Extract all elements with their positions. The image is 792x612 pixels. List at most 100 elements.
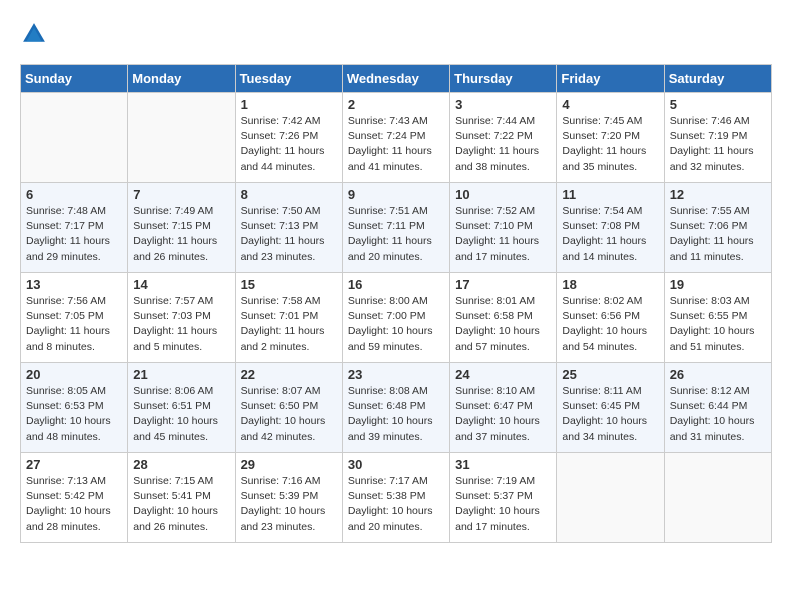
day-info: Sunrise: 7:46 AM Sunset: 7:19 PM Dayligh… [670,114,766,175]
day-number: 24 [455,367,551,382]
calendar-cell: 1 Sunrise: 7:42 AM Sunset: 7:26 PM Daylig… [235,93,342,183]
day-info: Sunrise: 7:52 AM Sunset: 7:10 PM Dayligh… [455,204,551,265]
logo [20,20,52,48]
day-number: 23 [348,367,444,382]
day-info: Sunrise: 8:06 AM Sunset: 6:51 PM Dayligh… [133,384,229,445]
day-info: Sunrise: 7:51 AM Sunset: 7:11 PM Dayligh… [348,204,444,265]
calendar-cell: 3 Sunrise: 7:44 AM Sunset: 7:22 PM Daylig… [450,93,557,183]
calendar-cell: 2 Sunrise: 7:43 AM Sunset: 7:24 PM Daylig… [342,93,449,183]
day-number: 12 [670,187,766,202]
day-number: 16 [348,277,444,292]
day-number: 27 [26,457,122,472]
logo-icon [20,20,48,48]
calendar-cell: 31 Sunrise: 7:19 AM Sunset: 5:37 PM Dayli… [450,453,557,543]
calendar-cell: 9 Sunrise: 7:51 AM Sunset: 7:11 PM Daylig… [342,183,449,273]
calendar-cell: 24 Sunrise: 8:10 AM Sunset: 6:47 PM Dayli… [450,363,557,453]
day-info: Sunrise: 7:44 AM Sunset: 7:22 PM Dayligh… [455,114,551,175]
day-number: 30 [348,457,444,472]
day-number: 29 [241,457,337,472]
day-info: Sunrise: 7:49 AM Sunset: 7:15 PM Dayligh… [133,204,229,265]
calendar-cell: 6 Sunrise: 7:48 AM Sunset: 7:17 PM Daylig… [21,183,128,273]
day-number: 9 [348,187,444,202]
calendar-week-1: 1 Sunrise: 7:42 AM Sunset: 7:26 PM Daylig… [21,93,772,183]
calendar-cell: 30 Sunrise: 7:17 AM Sunset: 5:38 PM Dayli… [342,453,449,543]
calendar-table: SundayMondayTuesdayWednesdayThursdayFrid… [20,64,772,543]
day-number: 20 [26,367,122,382]
day-number: 14 [133,277,229,292]
header-day-sunday: Sunday [21,65,128,93]
day-number: 28 [133,457,229,472]
calendar-cell: 20 Sunrise: 8:05 AM Sunset: 6:53 PM Dayli… [21,363,128,453]
day-info: Sunrise: 7:15 AM Sunset: 5:41 PM Dayligh… [133,474,229,535]
day-info: Sunrise: 7:45 AM Sunset: 7:20 PM Dayligh… [562,114,658,175]
day-number: 4 [562,97,658,112]
header-day-monday: Monday [128,65,235,93]
page-header [20,20,772,48]
calendar-cell: 13 Sunrise: 7:56 AM Sunset: 7:05 PM Dayli… [21,273,128,363]
day-info: Sunrise: 8:10 AM Sunset: 6:47 PM Dayligh… [455,384,551,445]
day-number: 21 [133,367,229,382]
calendar-header: SundayMondayTuesdayWednesdayThursdayFrid… [21,65,772,93]
day-info: Sunrise: 8:07 AM Sunset: 6:50 PM Dayligh… [241,384,337,445]
day-info: Sunrise: 8:12 AM Sunset: 6:44 PM Dayligh… [670,384,766,445]
day-number: 25 [562,367,658,382]
calendar-cell: 11Sunrise: 7:54 AM Sunset: 7:08 PM Dayli… [557,183,664,273]
day-number: 7 [133,187,229,202]
day-number: 31 [455,457,551,472]
header-day-thursday: Thursday [450,65,557,93]
day-info: Sunrise: 7:56 AM Sunset: 7:05 PM Dayligh… [26,294,122,355]
day-info: Sunrise: 7:16 AM Sunset: 5:39 PM Dayligh… [241,474,337,535]
day-info: Sunrise: 8:02 AM Sunset: 6:56 PM Dayligh… [562,294,658,355]
calendar-cell: 23 Sunrise: 8:08 AM Sunset: 6:48 PM Dayli… [342,363,449,453]
day-info: Sunrise: 8:08 AM Sunset: 6:48 PM Dayligh… [348,384,444,445]
day-info: Sunrise: 8:03 AM Sunset: 6:55 PM Dayligh… [670,294,766,355]
day-info: Sunrise: 7:50 AM Sunset: 7:13 PM Dayligh… [241,204,337,265]
calendar-cell: 25 Sunrise: 8:11 AM Sunset: 6:45 PM Dayli… [557,363,664,453]
calendar-cell: 28 Sunrise: 7:15 AM Sunset: 5:41 PM Dayli… [128,453,235,543]
day-info: Sunrise: 8:05 AM Sunset: 6:53 PM Dayligh… [26,384,122,445]
header-day-friday: Friday [557,65,664,93]
day-info: Sunrise: 7:57 AM Sunset: 7:03 PM Dayligh… [133,294,229,355]
day-info: Sunrise: 7:17 AM Sunset: 5:38 PM Dayligh… [348,474,444,535]
calendar-cell [128,93,235,183]
day-info: Sunrise: 7:19 AM Sunset: 5:37 PM Dayligh… [455,474,551,535]
day-number: 17 [455,277,551,292]
calendar-cell: 17Sunrise: 8:01 AM Sunset: 6:58 PM Dayli… [450,273,557,363]
day-info: Sunrise: 8:11 AM Sunset: 6:45 PM Dayligh… [562,384,658,445]
calendar-week-5: 27 Sunrise: 7:13 AM Sunset: 5:42 PM Dayli… [21,453,772,543]
day-info: Sunrise: 7:13 AM Sunset: 5:42 PM Dayligh… [26,474,122,535]
header-day-wednesday: Wednesday [342,65,449,93]
day-info: Sunrise: 8:00 AM Sunset: 7:00 PM Dayligh… [348,294,444,355]
day-number: 26 [670,367,766,382]
calendar-cell: 21 Sunrise: 8:06 AM Sunset: 6:51 PM Dayli… [128,363,235,453]
calendar-cell: 26 Sunrise: 8:12 AM Sunset: 6:44 PM Dayli… [664,363,771,453]
day-info: Sunrise: 7:43 AM Sunset: 7:24 PM Dayligh… [348,114,444,175]
day-number: 22 [241,367,337,382]
day-number: 6 [26,187,122,202]
calendar-cell: 18Sunrise: 8:02 AM Sunset: 6:56 PM Dayli… [557,273,664,363]
calendar-cell: 5Sunrise: 7:46 AM Sunset: 7:19 PM Daylig… [664,93,771,183]
day-number: 8 [241,187,337,202]
day-number: 15 [241,277,337,292]
day-number: 3 [455,97,551,112]
day-info: Sunrise: 7:42 AM Sunset: 7:26 PM Dayligh… [241,114,337,175]
calendar-cell [557,453,664,543]
day-number: 13 [26,277,122,292]
day-number: 10 [455,187,551,202]
calendar-cell: 27 Sunrise: 7:13 AM Sunset: 5:42 PM Dayli… [21,453,128,543]
calendar-cell: 19 Sunrise: 8:03 AM Sunset: 6:55 PM Dayli… [664,273,771,363]
calendar-cell: 4 Sunrise: 7:45 AM Sunset: 7:20 PM Daylig… [557,93,664,183]
day-info: Sunrise: 7:48 AM Sunset: 7:17 PM Dayligh… [26,204,122,265]
header-day-tuesday: Tuesday [235,65,342,93]
calendar-cell: 7 Sunrise: 7:49 AM Sunset: 7:15 PM Daylig… [128,183,235,273]
calendar-cell: 16 Sunrise: 8:00 AM Sunset: 7:00 PM Dayli… [342,273,449,363]
calendar-cell: 29 Sunrise: 7:16 AM Sunset: 5:39 PM Dayli… [235,453,342,543]
day-number: 19 [670,277,766,292]
calendar-cell: 22 Sunrise: 8:07 AM Sunset: 6:50 PM Dayli… [235,363,342,453]
calendar-cell: 15Sunrise: 7:58 AM Sunset: 7:01 PM Dayli… [235,273,342,363]
day-number: 1 [241,97,337,112]
calendar-week-3: 13 Sunrise: 7:56 AM Sunset: 7:05 PM Dayli… [21,273,772,363]
calendar-body: 1 Sunrise: 7:42 AM Sunset: 7:26 PM Daylig… [21,93,772,543]
header-day-saturday: Saturday [664,65,771,93]
day-number: 2 [348,97,444,112]
